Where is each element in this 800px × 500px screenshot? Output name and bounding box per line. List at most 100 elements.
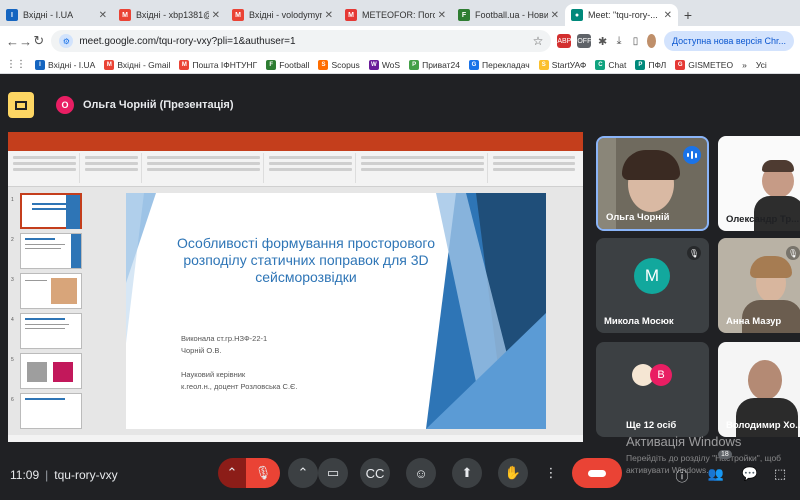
close-tab-icon[interactable]: ✕ [438,10,446,21]
leave-call-button[interactable] [572,458,622,488]
bookmark-item[interactable]: S StartУАФ [538,59,587,70]
browser-tab[interactable]: ● Meet: "tqu-rory-... ✕ [565,4,678,26]
puzzle-extensions-icon[interactable]: ✱ [597,34,608,48]
address-bar-row: ← → ↻ ⚙ meet.google.com/tqu-rory-vxy?pli… [0,26,800,56]
bookmark-item[interactable]: W WoS [368,59,400,70]
profile-avatar[interactable] [646,34,656,48]
reload-icon[interactable]: ↻ [32,33,45,49]
bookmark-item[interactable]: P Приват24 [409,59,460,70]
bookmark-item[interactable]: G Перекладач [469,59,530,70]
close-tab-icon[interactable]: ✕ [551,10,559,21]
bookmark-item[interactable]: » [742,60,747,70]
meeting-time: 11:09 [10,468,40,482]
speaking-indicator-icon [683,146,701,164]
slide-text-line: к.геол.н., доцент Розловська С.Є. [181,382,298,391]
bookmark-label: Chat [608,59,627,70]
meet-controls-bar: 11:09 | tqu-rory-vxy ⌃ 🎙 ⌃ ▭ CC ☺ ⬆ ✋ ⋮ ⓘ … [0,450,800,500]
bookmark-item[interactable]: P ПФЛ [635,59,666,70]
raise-hand-button[interactable]: ✋ [498,458,528,488]
tab-title: Вхідні - I.UA [23,10,74,20]
participant-tile[interactable]: 🎙 Анна Мазур [718,238,800,333]
download-icon[interactable]: ⤓ [613,34,625,48]
adblock-extension-icon[interactable]: ABP [557,34,572,48]
new-tab-button[interactable]: + [678,4,698,26]
close-tab-icon[interactable]: ✕ [99,10,107,21]
browser-tab[interactable]: I Вхідні - I.UA ✕ [0,4,113,26]
tab-title: Вхідні - volodymyr... [249,10,322,20]
browser-tab[interactable]: F Football.ua - Нови...✕ [452,4,565,26]
shared-screen: 1 2 3 4 5 6 Особливості формування прост… [8,132,583,442]
bookmark-item[interactable]: M Вхідні - Gmail [104,59,170,70]
participant-tile[interactable]: В Ще 12 осіб [596,342,709,437]
tab-favicon-icon: I [6,9,18,21]
bookmark-item[interactable]: F Football [266,59,310,70]
participant-tile[interactable]: Володимир Хо... [718,342,800,437]
camera-toggle-button[interactable]: ▭ [318,458,348,488]
bookmark-label: Вхідні - I.UA [48,59,96,70]
presentation-icon[interactable] [8,92,34,118]
bookmark-label: Football [279,59,310,70]
ppt-workspace: 1 2 3 4 5 6 Особливості формування прост… [8,187,583,435]
forward-icon[interactable]: → [19,34,32,49]
ppt-ribbon [8,151,583,187]
bookmark-favicon-icon: C [595,59,606,70]
address-input[interactable]: ⚙ meet.google.com/tqu-rory-vxy?pli=1&aut… [51,30,552,52]
windows-activation-title: Активація Windows [626,434,742,449]
chat-button[interactable]: 💬 [740,466,760,482]
slide-thumbnail [20,393,82,429]
back-icon[interactable]: ← [6,34,19,49]
captions-button[interactable]: CC [360,458,390,488]
activities-button[interactable]: ⬚ [770,466,790,482]
close-tab-icon[interactable]: ✕ [325,10,333,21]
participant-tile[interactable]: Ольга Чорній [596,136,709,231]
present-icon: ⬆ [461,465,473,480]
mic-toggle-button[interactable]: 🎙 [246,458,280,488]
close-tab-icon[interactable]: ✕ [664,10,672,21]
video-options-button[interactable]: ⌃ [288,458,318,488]
apps-grid-icon[interactable]: ⋮⋮ [6,59,26,70]
tab-favicon-icon: ● [571,9,583,21]
bookmark-item[interactable]: I Вхідні - I.UA [35,59,96,70]
bookmark-item[interactable]: M Пошта ІФНТУНГ [179,59,258,70]
tab-favicon-icon: F [458,9,470,21]
participant-tile[interactable]: Олександр Тр... [718,136,800,231]
participant-tile[interactable]: М 🎙 Микола Мосюк [596,238,709,333]
bookmark-label: Пошта ІФНТУНГ [192,59,258,70]
bookmark-label: StartУАФ [551,59,587,70]
browser-tab-bar: IВхідні - I.UA✕MВхідні - xbp1381@...✕MВх… [0,0,800,26]
more-options-button[interactable]: ⋮ [536,458,566,488]
browser-tab[interactable]: M Вхідні - volodymyr... ✕ [226,4,339,26]
slide-text-line: Чорній О.В. [181,346,222,355]
bookmark-favicon-icon: M [104,59,115,70]
slide-thumbnail [20,193,82,229]
slide-title: Особливості формування просторового розп… [177,235,435,285]
bookmark-item[interactable]: Усі [756,60,767,70]
people-icon: 👥 [707,466,725,481]
bookmark-item[interactable]: G GISMETEO [675,59,733,70]
browser-tab[interactable]: M METEOFOR: Погода...✕ [339,4,452,26]
site-info-icon[interactable]: ⚙ [59,34,74,48]
bookmark-label: Приват24 [422,59,460,70]
extension-icon[interactable]: OFF [577,34,592,48]
audio-options-button[interactable]: ⌃ [218,458,246,488]
mic-off-icon: 🎙 [786,246,800,260]
sidepanel-icon[interactable]: ▯ [630,34,641,48]
slide-thumbnail [20,313,82,349]
close-tab-icon[interactable]: ✕ [212,10,220,21]
bookmark-item[interactable]: S Scopus [318,59,360,70]
people-button[interactable]: 👥 [706,466,726,482]
bookmark-star-icon[interactable]: ☆ [533,34,544,48]
browser-tab[interactable]: M Вхідні - xbp1381@...✕ [113,4,226,26]
update-chrome-button[interactable]: Доступна нова версія Chr... [663,31,794,51]
presenter-avatar: О [56,96,74,114]
current-slide: Особливості формування просторового розп… [126,193,546,429]
bookmark-favicon-icon: S [538,59,549,70]
url-text: meet.google.com/tqu-rory-vxy?pli=1&authu… [79,35,296,47]
reactions-button[interactable]: ☺ [406,458,436,488]
bookmark-item[interactable]: C Chat [595,59,627,70]
slide-thumbnail [20,233,82,269]
info-button[interactable]: ⓘ [672,466,692,485]
hangup-icon [588,469,606,477]
present-screen-button[interactable]: ⬆ [452,458,482,488]
tab-title: METEOFOR: Погода... [362,10,435,20]
